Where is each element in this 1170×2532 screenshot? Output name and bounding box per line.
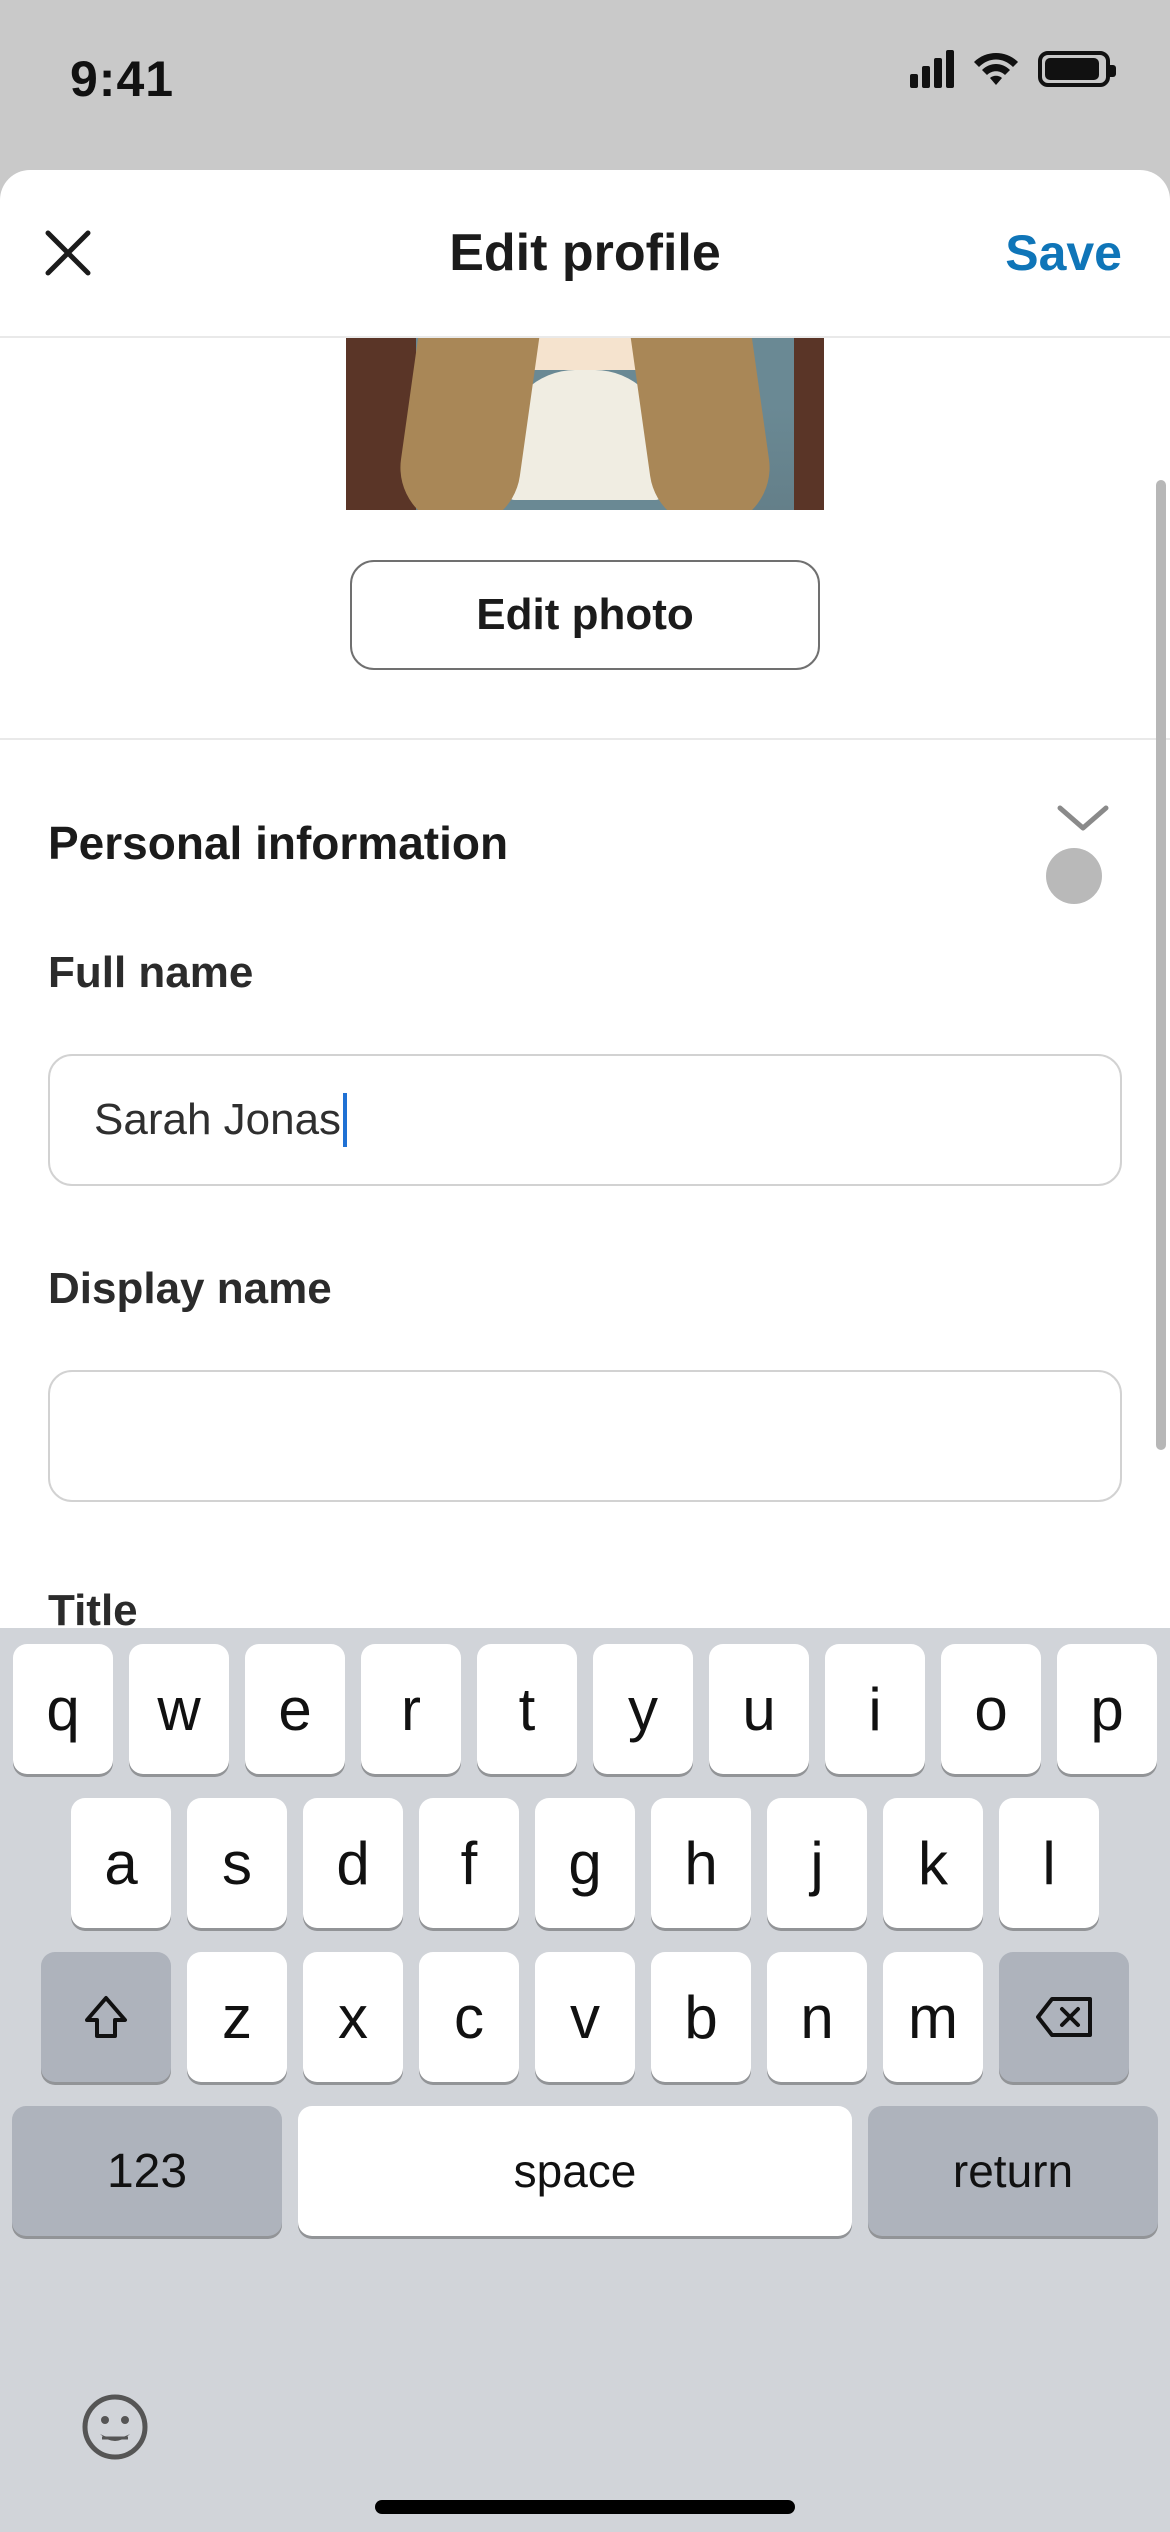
close-icon [43,228,93,278]
key-p[interactable]: p [1057,1644,1157,1774]
key-f[interactable]: f [419,1798,519,1928]
keyboard: qwertyuiop asdfghjkl zxcvbnm 123 space r… [0,1628,1170,2532]
photo-section: Edit photo [0,338,1170,740]
key-v[interactable]: v [535,1952,635,2082]
edit-profile-sheet: Edit profile Save Edit photo Personal in… [0,170,1170,2532]
key-h[interactable]: h [651,1798,751,1928]
cellular-signal-icon [910,50,954,88]
key-g[interactable]: g [535,1798,635,1928]
section-indicator-dot [1046,848,1102,904]
display-name-label: Display name [48,1264,1122,1314]
keyboard-row-3: zxcvbnm [0,1952,1170,2082]
key-c[interactable]: c [419,1952,519,2082]
key-o[interactable]: o [941,1644,1041,1774]
scroll-indicator[interactable] [1156,480,1166,1450]
shift-icon [81,1992,131,2042]
wifi-icon [972,51,1020,87]
battery-icon [1038,51,1110,87]
keyboard-row-1: qwertyuiop [0,1644,1170,1774]
backspace-icon [1034,1995,1094,2039]
key-k[interactable]: k [883,1798,983,1928]
key-a[interactable]: a [71,1798,171,1928]
key-z[interactable]: z [187,1952,287,2082]
key-w[interactable]: w [129,1644,229,1774]
key-l[interactable]: l [999,1798,1099,1928]
status-time: 9:41 [70,50,174,108]
key-j[interactable]: j [767,1798,867,1928]
key-x[interactable]: x [303,1952,403,2082]
return-key[interactable]: return [868,2106,1158,2236]
full-name-label: Full name [48,948,1122,998]
key-t[interactable]: t [477,1644,577,1774]
keyboard-row-4: 123 space return [0,2106,1170,2236]
content-area: Edit photo Personal information Full nam… [0,338,1170,2532]
chevron-down-icon [1056,804,1110,839]
key-u[interactable]: u [709,1644,809,1774]
status-indicators [910,50,1110,88]
personal-info-section: Personal information Full name Sarah Jon… [0,740,1170,1636]
status-bar: 9:41 [0,0,1170,170]
full-name-input[interactable]: Sarah Jonas [48,1054,1122,1186]
key-r[interactable]: r [361,1644,461,1774]
edit-photo-button[interactable]: Edit photo [350,560,820,670]
key-m[interactable]: m [883,1952,983,2082]
keyboard-row-2: asdfghjkl [0,1798,1170,1928]
key-y[interactable]: y [593,1644,693,1774]
key-n[interactable]: n [767,1952,867,2082]
display-name-input[interactable] [48,1370,1122,1502]
shift-key[interactable] [41,1952,171,2082]
key-q[interactable]: q [13,1644,113,1774]
section-title: Personal information [48,816,508,870]
profile-photo[interactable] [346,338,824,510]
delete-key[interactable] [999,1952,1129,2082]
key-e[interactable]: e [245,1644,345,1774]
close-button[interactable] [38,223,98,283]
numbers-key[interactable]: 123 [12,2106,282,2236]
emoji-button[interactable] [80,2392,150,2462]
key-d[interactable]: d [303,1798,403,1928]
sheet-header: Edit profile Save [0,170,1170,338]
key-s[interactable]: s [187,1798,287,1928]
space-key[interactable]: space [298,2106,852,2236]
text-caret [343,1093,347,1147]
page-title: Edit profile [449,223,721,283]
key-b[interactable]: b [651,1952,751,2082]
save-button[interactable]: Save [1005,224,1122,282]
key-i[interactable]: i [825,1644,925,1774]
emoji-icon [80,2392,150,2462]
section-header[interactable]: Personal information [48,740,1122,870]
home-indicator[interactable] [375,2500,795,2514]
full-name-value: Sarah Jonas [94,1095,341,1145]
